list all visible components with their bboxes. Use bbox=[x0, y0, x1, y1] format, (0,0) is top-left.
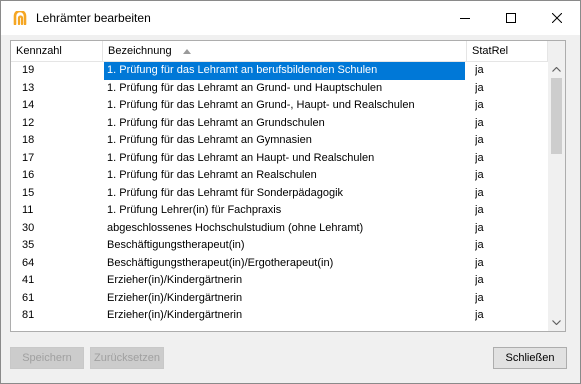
cell-kennzahl: 11 bbox=[22, 204, 34, 216]
table-row[interactable]: 11 1. Prüfung Lehrer(in) für Fachpraxis ja bbox=[11, 202, 548, 220]
table-body: 19 1. Prüfung für das Lehramt an berufsbi… bbox=[11, 62, 548, 325]
column-header-bezeichnung-label: Bezeichnung bbox=[108, 45, 172, 57]
cell-bezeichnung: 1. Prüfung Lehrer(in) für Fachpraxis bbox=[107, 204, 282, 216]
close-icon bbox=[552, 13, 562, 23]
chevron-down-icon bbox=[552, 320, 561, 325]
minimize-icon bbox=[460, 18, 470, 19]
table-row[interactable]: 35 Beschäftigungstherapeut(in) ja bbox=[11, 237, 548, 255]
scroll-down-button[interactable] bbox=[548, 314, 565, 331]
cell-kennzahl: 61 bbox=[22, 291, 35, 304]
cell-bezeichnung: 1. Prüfung für das Lehramt an Haupt- und… bbox=[107, 151, 375, 164]
cell-kennzahl: 19 bbox=[22, 64, 35, 76]
cell-bezeichnung: 1. Prüfung für das Lehramt an Realschule… bbox=[107, 169, 317, 181]
column-header-statrel-label: StatRel bbox=[472, 45, 509, 57]
sort-ascending-icon bbox=[182, 48, 191, 54]
cell-kennzahl: 41 bbox=[22, 274, 35, 286]
cell-bezeichnung: Erzieher(in)/Kindergärtnerin bbox=[107, 309, 243, 321]
cell-statrel: ja bbox=[475, 274, 484, 286]
table-row[interactable]: 17 1. Prüfung für das Lehramt an Haupt- u… bbox=[11, 150, 548, 168]
cell-kennzahl: 13 bbox=[22, 81, 35, 94]
cell-bezeichnung: Beschäftigungstherapeut(in)/Ergotherapeu… bbox=[107, 256, 334, 269]
cell-bezeichnung: 1. Prüfung für das Lehramt an Grund- und… bbox=[107, 81, 383, 94]
cell-statrel: ja bbox=[475, 81, 484, 94]
cell-statrel: ja bbox=[475, 221, 484, 234]
column-header-kennzahl-label: Kennzahl bbox=[16, 45, 62, 57]
chevron-up-icon bbox=[552, 67, 561, 72]
close-window-button[interactable] bbox=[534, 1, 580, 35]
dialog-window: Lehrämter bearbeiten Kennzahl Bezeichnun… bbox=[0, 0, 581, 384]
maximize-button[interactable] bbox=[488, 1, 534, 35]
cell-bezeichnung: 1. Prüfung für das Lehramt für Sonderpäd… bbox=[107, 186, 344, 199]
cell-kennzahl: 17 bbox=[22, 151, 35, 164]
cell-kennzahl: 81 bbox=[22, 309, 35, 321]
table-row[interactable]: 81 Erzieher(in)/Kindergärtnerin ja bbox=[11, 307, 548, 325]
cell-kennzahl: 12 bbox=[22, 116, 35, 129]
column-header-kennzahl[interactable]: Kennzahl bbox=[11, 41, 103, 61]
table-row[interactable]: 16 1. Prüfung für das Lehramt an Realschu… bbox=[11, 167, 548, 185]
table-row[interactable]: 64 Beschäftigungstherapeut(in)/Ergotherap… bbox=[11, 255, 548, 273]
cell-bezeichnung: 1. Prüfung für das Lehramt an berufsbild… bbox=[104, 62, 465, 80]
table-row[interactable]: 41 Erzieher(in)/Kindergärtnerin ja bbox=[11, 272, 548, 290]
cell-statrel: ja bbox=[475, 116, 484, 129]
cell-bezeichnung: Erzieher(in)/Kindergärtnerin bbox=[107, 291, 243, 304]
table-row[interactable]: 12 1. Prüfung für das Lehramt an Grundsch… bbox=[11, 115, 548, 133]
cell-statrel: ja bbox=[475, 309, 484, 321]
cell-bezeichnung: 1. Prüfung für das Lehramt an Grundschul… bbox=[107, 116, 325, 129]
dialog-content: Kennzahl Bezeichnung StatRel 19 1. Prüfun… bbox=[1, 35, 580, 383]
window-title: Lehrämter bearbeiten bbox=[36, 11, 151, 25]
scroll-thumb[interactable] bbox=[551, 78, 562, 154]
vertical-scrollbar[interactable] bbox=[548, 41, 565, 331]
table-row[interactable]: 14 1. Prüfung für das Lehramt an Grund-, … bbox=[11, 97, 548, 115]
title-bar[interactable]: Lehrämter bearbeiten bbox=[1, 1, 580, 35]
reset-button[interactable]: Zurücksetzen bbox=[90, 347, 164, 369]
save-button[interactable]: Speichern bbox=[10, 347, 84, 369]
table-row[interactable]: 13 1. Prüfung für das Lehramt an Grund- u… bbox=[11, 80, 548, 98]
cell-statrel: ja bbox=[475, 169, 484, 181]
cell-statrel: ja bbox=[475, 256, 484, 269]
cell-kennzahl: 16 bbox=[22, 169, 35, 181]
cell-kennzahl: 35 bbox=[22, 239, 35, 251]
cell-bezeichnung: 1. Prüfung für das Lehramt an Grund-, Ha… bbox=[107, 99, 415, 111]
scroll-up-button[interactable] bbox=[548, 61, 565, 78]
cell-kennzahl: 18 bbox=[22, 134, 35, 146]
cell-kennzahl: 14 bbox=[22, 99, 35, 111]
column-header-bezeichnung[interactable]: Bezeichnung bbox=[103, 41, 467, 61]
cell-bezeichnung: abgeschlossenes Hochschulstudium (ohne L… bbox=[107, 221, 364, 234]
cell-statrel: ja bbox=[475, 291, 484, 304]
table-row[interactable]: 19 1. Prüfung für das Lehramt an berufsbi… bbox=[11, 62, 548, 80]
column-header-statrel[interactable]: StatRel bbox=[467, 41, 548, 61]
cell-statrel: ja bbox=[475, 64, 484, 76]
cell-bezeichnung: Erzieher(in)/Kindergärtnerin bbox=[107, 274, 243, 286]
cell-kennzahl: 15 bbox=[22, 186, 35, 199]
cell-statrel: ja bbox=[475, 134, 484, 146]
table-row[interactable]: 15 1. Prüfung für das Lehramt für Sonderp… bbox=[11, 185, 548, 203]
table-row[interactable]: 30 abgeschlossenes Hochschulstudium (ohne… bbox=[11, 220, 548, 238]
app-logo-icon bbox=[13, 11, 27, 25]
minimize-button[interactable] bbox=[442, 1, 488, 35]
cell-statrel: ja bbox=[475, 151, 484, 164]
table-row[interactable]: 61 Erzieher(in)/Kindergärtnerin ja bbox=[11, 290, 548, 308]
close-button[interactable]: Schließen bbox=[493, 347, 567, 369]
cell-kennzahl: 64 bbox=[22, 256, 35, 269]
table-row[interactable]: 18 1. Prüfung für das Lehramt an Gymnasie… bbox=[11, 132, 548, 150]
cell-bezeichnung: 1. Prüfung für das Lehramt an Gymnasien bbox=[107, 134, 312, 146]
cell-statrel: ja bbox=[475, 204, 484, 216]
cell-bezeichnung: Beschäftigungstherapeut(in) bbox=[107, 239, 245, 251]
cell-statrel: ja bbox=[475, 99, 484, 111]
cell-statrel: ja bbox=[475, 239, 484, 251]
cell-kennzahl: 30 bbox=[22, 221, 35, 234]
lehraemter-table[interactable]: Kennzahl Bezeichnung StatRel 19 1. Prüfun… bbox=[10, 40, 566, 332]
table-header: Kennzahl Bezeichnung StatRel bbox=[11, 41, 548, 62]
maximize-icon bbox=[506, 13, 516, 23]
cell-statrel: ja bbox=[475, 186, 484, 199]
